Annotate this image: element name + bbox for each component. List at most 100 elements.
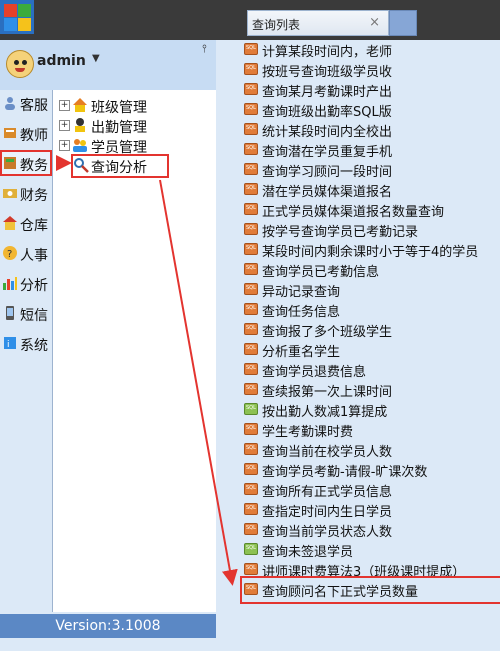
sql-file-icon	[244, 283, 258, 295]
avatar[interactable]	[6, 50, 34, 78]
attendance-icon	[75, 118, 85, 132]
sql-file-icon	[244, 443, 258, 455]
nav-item-kefu[interactable]: 客服	[0, 90, 52, 116]
query-item[interactable]: 按班号查询班级学员收	[244, 60, 500, 80]
query-item-label: 查询任务信息	[262, 305, 341, 320]
svg-text:i: i	[7, 340, 10, 350]
nav-item-system[interactable]: i 系统	[0, 330, 52, 356]
sql-file-icon	[244, 363, 258, 375]
nav-item-label: 人事	[20, 248, 48, 264]
query-item[interactable]: 查询未签退学员	[244, 540, 500, 560]
nav-item-teacher[interactable]: 教师	[0, 120, 52, 146]
tree-node-label: 出勤管理	[91, 120, 147, 136]
query-item-label: 查续报第一次上课时间	[262, 385, 393, 400]
query-item[interactable]: 查询当前学员状态人数	[244, 520, 500, 540]
query-item-label: 查询班级出勤率SQL版	[262, 105, 392, 120]
query-item[interactable]: 学生考勤课时费	[244, 420, 500, 440]
query-item[interactable]: 查询学员已考勤信息	[244, 260, 500, 280]
query-item[interactable]: 查指定时间内生日学员	[244, 500, 500, 520]
query-item-label: 查询学员退费信息	[262, 365, 367, 380]
query-item[interactable]: 按学号查询学员已考勤记录	[244, 220, 500, 240]
tree-node-label: 学员管理	[91, 140, 147, 156]
nav-item-label: 财务	[20, 188, 48, 204]
query-item[interactable]: 查询任务信息	[244, 300, 500, 320]
tab-query-list[interactable]: 查询列表 ×	[247, 10, 389, 36]
expand-icon[interactable]: +	[59, 120, 70, 131]
query-item[interactable]: 查询班级出勤率SQL版	[244, 100, 500, 120]
expand-icon[interactable]: +	[59, 140, 70, 151]
nav-item-analysis[interactable]: 分析	[0, 270, 52, 296]
query-item-label: 按班号查询班级学员收	[262, 65, 393, 80]
user-name[interactable]: admin	[37, 53, 86, 69]
query-item[interactable]: 分析重名学生	[244, 340, 500, 360]
query-item-label: 查询报了多个班级学生	[262, 325, 393, 340]
query-item-label: 异动记录查询	[262, 285, 341, 300]
user-panel: admin ▼ ⫯	[0, 40, 216, 90]
query-item[interactable]: 正式学员媒体渠道报名数量查询	[244, 200, 500, 220]
sql-file-icon	[244, 563, 258, 575]
query-item[interactable]: 潜在学员媒体渠道报名	[244, 180, 500, 200]
sql-file-icon	[244, 63, 258, 75]
query-item[interactable]: 查询顾问名下正式学员数量	[240, 576, 500, 604]
svg-text:?: ?	[7, 249, 12, 260]
chevron-down-icon[interactable]: ▼	[92, 53, 100, 64]
query-item[interactable]: 查询当前在校学员人数	[244, 440, 500, 460]
query-item[interactable]: 查询某月考勤课时产出	[244, 80, 500, 100]
tree-node-label: 班级管理	[91, 100, 147, 116]
sql-file-icon	[244, 423, 258, 435]
query-item[interactable]: 查续报第一次上课时间	[244, 380, 500, 400]
sql-file-icon	[244, 303, 258, 315]
query-item[interactable]: 统计某段时间内全校出	[244, 120, 500, 140]
nav-item-label: 分析	[20, 278, 48, 294]
tree-node-query-analysis[interactable]: 查询分析	[71, 154, 169, 178]
query-item-label: 学生考勤课时费	[262, 425, 354, 440]
sidebar: admin ▼ ⫯ 客服 教师 教务 财务 仓库 ? 人事 分析 短信 i 系统…	[0, 40, 216, 638]
sql-file-icon	[244, 583, 258, 595]
nav-item-label: 仓库	[20, 218, 48, 234]
expand-icon[interactable]: +	[59, 100, 70, 111]
search-icon	[74, 158, 89, 173]
query-item-label: 计算某段时间内，老师	[262, 45, 393, 60]
nav-item-academic[interactable]: 教务	[0, 150, 52, 176]
query-item-label: 查询当前学员状态人数	[262, 525, 393, 540]
sql-file-icon	[244, 323, 258, 335]
close-icon[interactable]: ×	[369, 15, 380, 30]
query-item[interactable]: 查询所有正式学员信息	[244, 480, 500, 500]
sql-file-icon	[244, 223, 258, 235]
query-item[interactable]: 查询报了多个班级学生	[244, 320, 500, 340]
warehouse-icon	[3, 216, 17, 230]
sql-file-icon	[244, 123, 258, 135]
query-item-label: 查询所有正式学员信息	[262, 485, 393, 500]
query-item[interactable]: 异动记录查询	[244, 280, 500, 300]
query-list-panel: 计算某段时间内，老师按班号查询班级学员收查询某月考勤课时产出查询班级出勤率SQL…	[216, 40, 500, 638]
query-item[interactable]: 按出勤人数减1算提成	[244, 400, 500, 420]
query-item[interactable]: 某段时间内剩余课时小于等于4的学员	[244, 240, 500, 260]
phone-icon	[6, 306, 14, 320]
house-icon	[73, 98, 87, 112]
query-item-label: 潜在学员媒体渠道报名	[262, 185, 393, 200]
sql-file-icon	[244, 523, 258, 535]
pin-icon[interactable]: ⫯	[202, 42, 207, 56]
query-item[interactable]: 查询学员考勤-请假-旷课次数	[244, 460, 500, 480]
nav-item-sms[interactable]: 短信	[0, 300, 52, 326]
sql-file-icon	[244, 403, 258, 415]
query-item-label: 正式学员媒体渠道报名数量查询	[262, 205, 445, 220]
nav-item-label: 教务	[20, 158, 48, 174]
query-item[interactable]: 计算某段时间内，老师	[244, 40, 500, 60]
nav-item-finance[interactable]: 财务	[0, 180, 52, 206]
query-item-label: 分析重名学生	[262, 345, 341, 360]
nav-item-hr[interactable]: ? 人事	[0, 240, 52, 266]
query-item[interactable]: 讲师课时费算法3（班级课时提成）	[244, 560, 500, 580]
sql-file-icon	[244, 43, 258, 55]
app-logo-icon[interactable]	[0, 0, 34, 34]
tab-extra[interactable]	[389, 10, 417, 36]
sql-file-icon	[244, 263, 258, 275]
query-item[interactable]: 查询学习顾问一段时间	[244, 160, 500, 180]
query-item-label: 查指定时间内生日学员	[262, 505, 393, 520]
tree-node-label: 查询分析	[91, 160, 147, 176]
nav-item-warehouse[interactable]: 仓库	[0, 210, 52, 236]
query-item[interactable]: 查询潜在学员重复手机	[244, 140, 500, 160]
query-item-label: 查询学员考勤-请假-旷课次数	[262, 465, 428, 480]
query-item[interactable]: 查询学员退费信息	[244, 360, 500, 380]
query-item-label: 按学号查询学员已考勤记录	[262, 225, 419, 240]
